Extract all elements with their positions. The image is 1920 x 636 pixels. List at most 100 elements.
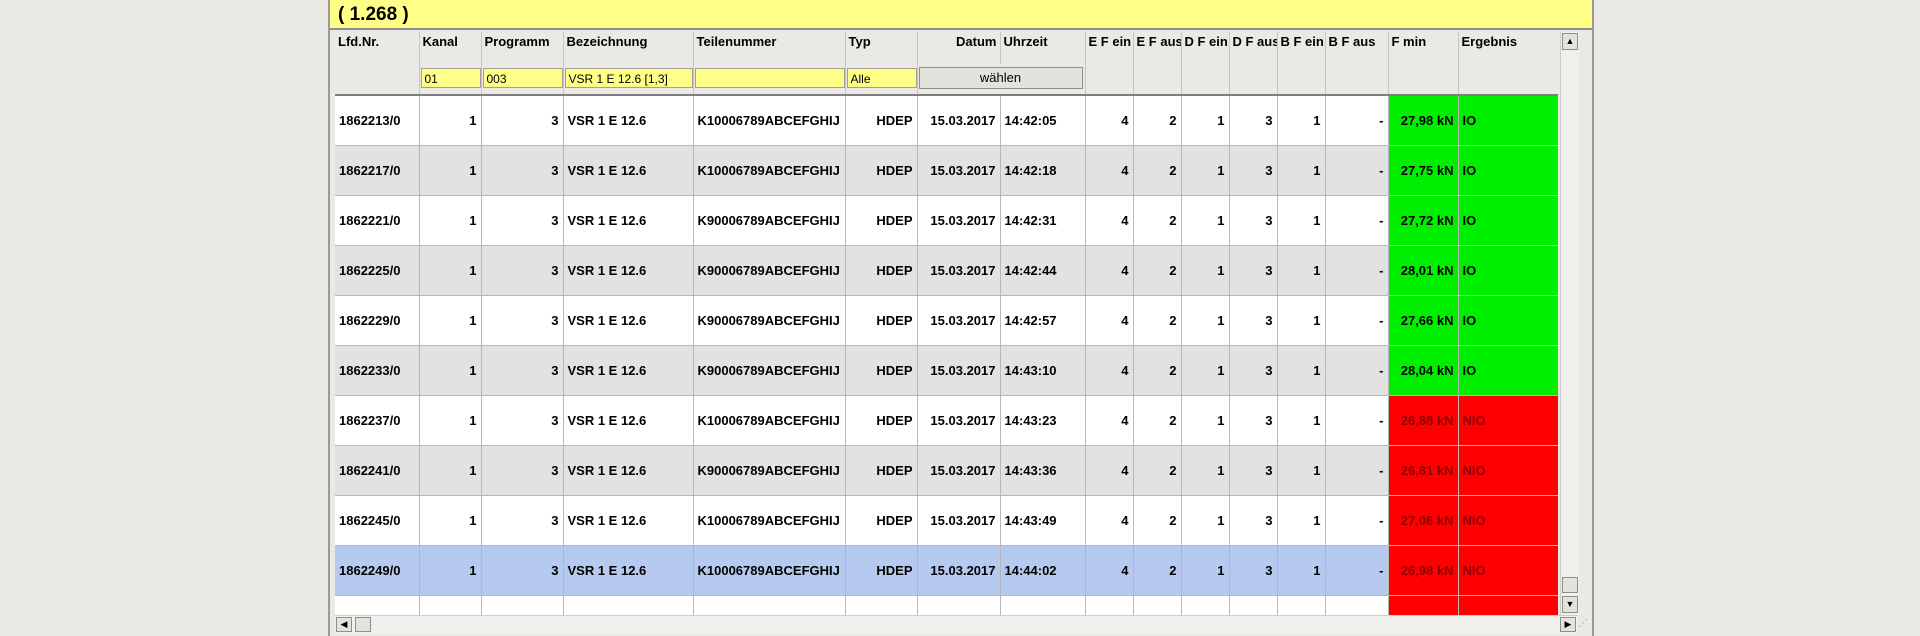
filter-teilenummer-input[interactable] <box>694 68 844 88</box>
col-header-d-f-aus[interactable]: D F aus <box>1229 32 1278 64</box>
filter-cell-typ: Alle <box>845 64 918 96</box>
cell-e-f-aus: 2 <box>1133 495 1182 546</box>
col-header-ergebnis[interactable]: Ergebnis <box>1458 32 1558 64</box>
horizontal-scroll-thumb[interactable] <box>355 617 371 632</box>
table-row[interactable]: 1862253/013VSR 1 E 12.6K90006789ABCEFGHI… <box>335 595 1558 615</box>
scroll-up-icon[interactable]: ▲ <box>1562 33 1578 50</box>
col-header-typ[interactable]: Typ <box>845 32 918 64</box>
resize-grip-icon[interactable]: ⋰ <box>1578 615 1592 633</box>
table-row[interactable]: 1862217/0 1 3 VSR 1 E 12.6 K10006789ABCEFGHI… <box>335 145 1558 196</box>
cell-d-f-aus: 3 <box>1229 95 1278 146</box>
waehlen-button[interactable]: wählen <box>918 67 1083 89</box>
cell-teilenummer: K90006789ABCEFGHIJ <box>693 295 846 346</box>
cell-ergebnis: IO <box>1458 195 1558 246</box>
cell-teilenummer: K90006789ABCEFGHIJ <box>693 445 846 496</box>
col-header-kanal[interactable]: Kanal <box>419 32 482 64</box>
cell-programm: 3 <box>481 195 564 246</box>
col-header-programm[interactable]: Programm <box>481 32 564 64</box>
filter-cell-bezeichnung: VSR 1 E 12.6 [1,3] <box>563 64 694 96</box>
cell-b-f-aus: - <box>1325 195 1389 246</box>
cell-kanal: 1 <box>419 395 482 446</box>
filter-kanal-input[interactable]: 01 <box>420 68 480 88</box>
results-grid: Lfd.Nr. Kanal Programm Bezeichnung Teile… <box>335 32 1558 615</box>
cell-uhrzeit: 14:42:18 <box>1000 145 1086 196</box>
cell-e-f-ein: 4 <box>1085 595 1134 615</box>
cell-kanal: 1 <box>419 345 482 396</box>
cell-uhrzeit: 14:43:10 <box>1000 345 1086 396</box>
filter-typ-select[interactable]: Alle <box>846 68 916 88</box>
table-row[interactable]: 1862225/0 1 3 VSR 1 E 12.6 K90006789ABCEFGHI… <box>335 245 1558 296</box>
cell-d-f-ein: 1 <box>1181 245 1230 296</box>
cell-bezeichnung: VSR 1 E 12.6 <box>563 545 694 596</box>
cell-datum: 15.03.2017 <box>917 545 1001 596</box>
col-header-teilenummer[interactable]: Teilenummer <box>693 32 846 64</box>
table-row[interactable]: 1862221/0 1 3 VSR 1 E 12.6 K90006789ABCEFGHI… <box>335 195 1558 246</box>
col-header-b-f-aus[interactable]: B F aus <box>1325 32 1389 64</box>
cell-teilenummer: K10006789ABCEFGHIJ <box>693 395 846 446</box>
cell-e-f-ein: 4 <box>1085 445 1134 496</box>
cell-f-min: 27,75 kN <box>1388 145 1459 196</box>
cell-teilenummer: K10006789ABCEFGHIJ <box>693 95 846 146</box>
cell-d-f-aus: 3 <box>1229 595 1278 615</box>
cell-d-f-aus: 3 <box>1229 495 1278 546</box>
col-header-e-f-aus[interactable]: E F aus <box>1133 32 1182 64</box>
vertical-scroll-thumb[interactable] <box>1562 577 1578 593</box>
cell-teilenummer: K90006789ABCEFGHIJ <box>693 195 846 246</box>
cell-f-min: 26,76 kN <box>1388 595 1459 615</box>
cell-kanal: 1 <box>419 445 482 496</box>
scroll-right-icon[interactable]: ▶ <box>1560 617 1576 632</box>
cell-e-f-ein: 4 <box>1085 395 1134 446</box>
cell-datum: 15.03.2017 <box>917 245 1001 296</box>
cell-f-min: 27,06 kN <box>1388 495 1459 546</box>
cell-d-f-ein: 1 <box>1181 295 1230 346</box>
table-row[interactable]: 1862245/0 1 3 VSR 1 E 12.6 K10006789ABCEFGHI… <box>335 495 1558 546</box>
cell-ergebnis: NIO <box>1458 445 1558 496</box>
table-row[interactable]: 1862237/0 1 3 VSR 1 E 12.6 K10006789ABCEFGHI… <box>335 395 1558 446</box>
col-header-f-min[interactable]: F min <box>1388 32 1459 64</box>
cell-b-f-ein: 1 <box>1277 245 1326 296</box>
col-header-d-f-ein[interactable]: D F ein <box>1181 32 1230 64</box>
cell-b-f-ein: 1 <box>1277 595 1326 615</box>
cell-ergebnis: NIO <box>1458 545 1558 596</box>
cell-uhrzeit: 14:42:31 <box>1000 195 1086 246</box>
cell-b-f-ein: 1 <box>1277 495 1326 546</box>
filter-programm-input[interactable]: 003 <box>482 68 562 88</box>
cell-kanal: 1 <box>419 145 482 196</box>
cell-uhrzeit: 14:42:44 <box>1000 245 1086 296</box>
cell-d-f-aus: 3 <box>1229 395 1278 446</box>
cell-kanal: 1 <box>419 495 482 546</box>
cell-d-f-aus: 3 <box>1229 145 1278 196</box>
vertical-scrollbar[interactable]: ▲ ▼ <box>1560 32 1579 615</box>
cell-teilenummer: K90006789ABCEFGHIJ <box>693 245 846 296</box>
cell-lfdnr: 1862249/0 <box>335 545 420 596</box>
cell-programm: 3 <box>481 545 564 596</box>
col-header-b-f-ein[interactable]: B F ein <box>1277 32 1326 64</box>
col-header-uhrzeit[interactable]: Uhrzeit <box>1000 32 1086 64</box>
scroll-down-icon[interactable]: ▼ <box>1562 596 1578 613</box>
cell-lfdnr: 1862237/0 <box>335 395 420 446</box>
cell-programm: 3 <box>481 295 564 346</box>
filter-cell-empty <box>1229 64 1278 96</box>
col-header-e-f-ein[interactable]: E F ein <box>1085 32 1134 64</box>
cell-b-f-aus: - <box>1325 395 1389 446</box>
cell-lfdnr: 1862225/0 <box>335 245 420 296</box>
table-row[interactable]: 1862233/0 1 3 VSR 1 E 12.6 K90006789ABCEFGHI… <box>335 345 1558 396</box>
cell-bezeichnung: VSR 1 E 12.6 <box>563 495 694 546</box>
cell-b-f-aus: - <box>1325 445 1389 496</box>
table-row[interactable]: 1862249/0 1 3 VSR 1 E 12.6 K10006789ABCEFGHI… <box>335 545 1558 596</box>
cell-e-f-ein: 4 <box>1085 195 1134 246</box>
scroll-left-icon[interactable]: ◀ <box>336 617 352 632</box>
filter-cell-teilenummer <box>693 64 846 96</box>
filter-bezeichnung-input[interactable]: VSR 1 E 12.6 [1,3] <box>564 68 692 88</box>
col-header-lfdnr[interactable]: Lfd.Nr. <box>335 32 420 64</box>
table-row[interactable]: 1862213/0 1 3 VSR 1 E 12.6 K10006789ABCEFGHI… <box>335 95 1558 146</box>
horizontal-scrollbar[interactable]: ◀ ▶ <box>335 615 1578 634</box>
col-header-bezeichnung[interactable]: Bezeichnung <box>563 32 694 64</box>
table-row[interactable]: 1862229/0 1 3 VSR 1 E 12.6 K90006789ABCEFGHI… <box>335 295 1558 346</box>
cell-b-f-aus: - <box>1325 145 1389 196</box>
table-row[interactable]: 1862241/0 1 3 VSR 1 E 12.6 K90006789ABCEFGHI… <box>335 445 1558 496</box>
filter-cell-empty <box>1181 64 1230 96</box>
cell-datum: 15.03.2017 <box>917 95 1001 146</box>
col-header-datum[interactable]: Datum <box>917 32 1001 64</box>
cell-uhrzeit: 14:44:02 <box>1000 545 1086 596</box>
